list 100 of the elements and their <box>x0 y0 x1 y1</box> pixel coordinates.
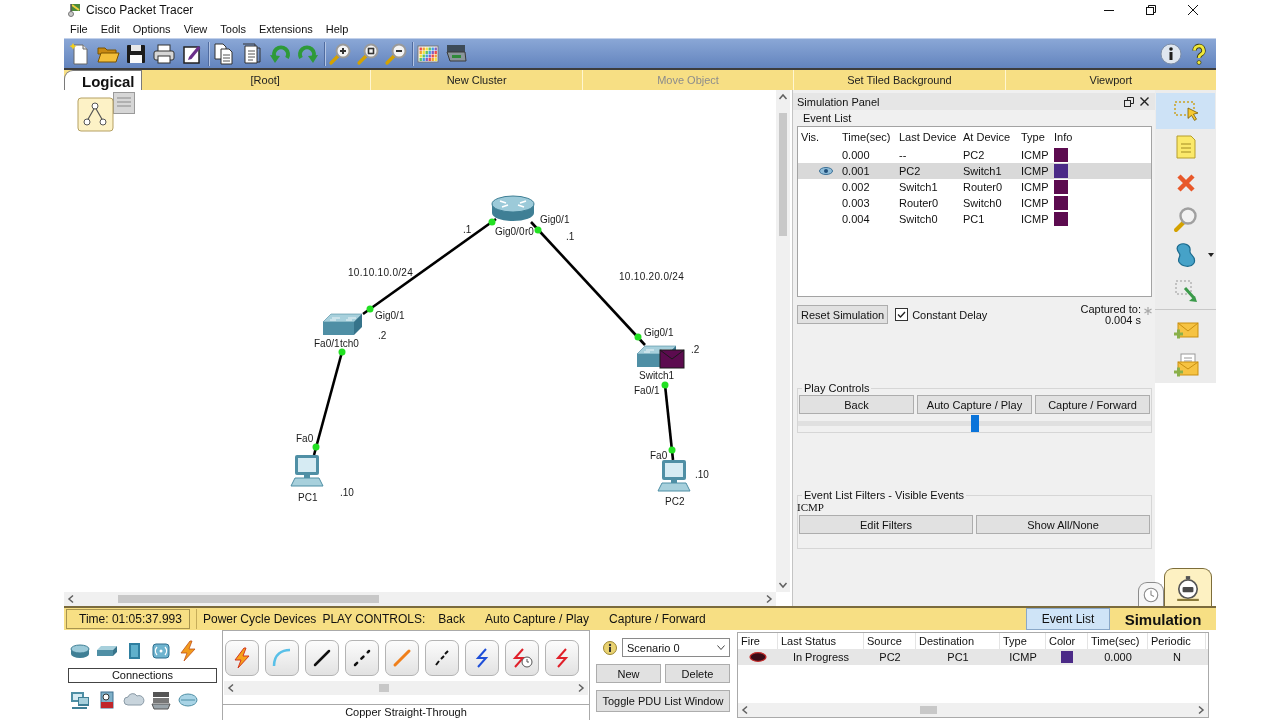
menu-item[interactable]: Options <box>132 23 171 35</box>
menu-item[interactable]: Help <box>325 23 349 35</box>
play-control-button[interactable]: Back <box>799 395 914 414</box>
cable-type-label: Copper Straight-Through <box>223 704 589 720</box>
play-control-button[interactable]: Capture / Forward <box>609 612 706 626</box>
window-title: Cisco Packet Tracer <box>86 3 194 17</box>
cable-type-button[interactable] <box>345 640 379 676</box>
menu-item[interactable]: File <box>70 23 88 35</box>
scrollbar-thumb[interactable] <box>118 595 379 603</box>
scenario-button[interactable]: New <box>596 664 661 683</box>
info-icon[interactable] <box>603 640 617 655</box>
table-cell-text: PC1 <box>962 213 986 225</box>
time-display: Time: 01:05:37.993 <box>66 609 190 629</box>
cable-type-button[interactable] <box>305 640 339 676</box>
address-label: .10 <box>340 487 354 498</box>
network-label: 10.10.10.0/24 <box>348 267 414 278</box>
power-cycle-button[interactable]: Power Cycle Devices <box>203 612 317 626</box>
filter-value: ICMP <box>797 501 825 514</box>
toggle-pdu-list-button[interactable]: Toggle PDU List Window <box>596 690 730 712</box>
play-control-button[interactable]: Auto Capture / Play <box>917 395 1032 414</box>
table-cell-text: Switch1 <box>962 165 1003 177</box>
vertical-scrollbar[interactable] <box>776 90 790 592</box>
event-row[interactable]: 0.004 Switch0 PC1 ICMP <box>798 211 1151 227</box>
stopwatch-icon[interactable] <box>1175 574 1201 601</box>
table-cell-text: ICMP <box>1020 213 1050 225</box>
zoom-reset-icon[interactable] <box>356 41 380 66</box>
scrollbar-thumb[interactable] <box>919 706 938 714</box>
play-controls-label: PLAY CONTROLS: <box>322 612 426 626</box>
event-row[interactable]: 0.000 -- PC2 ICMP <box>798 147 1151 163</box>
horizontal-scrollbar[interactable] <box>64 592 776 606</box>
menu-item[interactable]: Tools <box>220 23 246 35</box>
filter-button[interactable]: Edit Filters <box>799 515 973 534</box>
checkbox[interactable] <box>895 308 909 321</box>
horizontal-scrollbar[interactable] <box>224 681 588 695</box>
info-icon[interactable] <box>1159 41 1183 66</box>
column-header: Last Device <box>898 131 958 143</box>
table-cell-text: 0.001 <box>841 165 871 177</box>
table-cell-text: ICMP <box>1008 651 1038 663</box>
paste-icon[interactable] <box>240 41 264 66</box>
device-label: tch0 <box>340 338 359 349</box>
port-label: Fa0/1 <box>634 385 660 396</box>
scrollbar-thumb[interactable] <box>378 684 390 692</box>
envelope-document-icon[interactable] <box>1171 351 1200 379</box>
filter-button[interactable]: Show All/None <box>976 515 1150 534</box>
column-header: At Device <box>962 131 1012 143</box>
play-control-button[interactable]: Back <box>438 612 465 626</box>
zigzag-clock-icon[interactable] <box>510 646 534 670</box>
scrollbar-thumb[interactable] <box>779 112 787 237</box>
cable-type-button[interactable] <box>465 640 499 676</box>
router-node <box>491 195 535 221</box>
copy-icon[interactable] <box>212 41 236 66</box>
lightning-icon[interactable] <box>177 640 199 662</box>
computer-icon[interactable] <box>69 689 91 711</box>
menu-item[interactable]: View <box>183 23 208 35</box>
event-list-button[interactable]: Event List <box>1026 608 1110 630</box>
zoom-in-icon[interactable] <box>328 41 352 66</box>
checkbox-label: Constant Delay <box>912 308 988 321</box>
event-row[interactable]: 0.001 PC2 Switch1 ICMP <box>798 163 1151 179</box>
group-label: Play Controls <box>803 382 871 394</box>
menu-item[interactable]: Extensions <box>258 23 313 35</box>
slider-thumb[interactable] <box>970 415 979 432</box>
event-row[interactable]: 0.003 Router0 Switch0 ICMP <box>798 195 1151 211</box>
group-label: Event List Filters - Visible Events <box>803 489 965 501</box>
search-icon[interactable] <box>1171 205 1200 233</box>
network-label: 10.10.20.0/24 <box>619 271 685 282</box>
oval-icon[interactable] <box>749 652 767 662</box>
wireless-icon[interactable] <box>150 640 172 662</box>
play-control-button[interactable]: Capture / Forward <box>1035 395 1150 414</box>
close-icon[interactable] <box>1140 97 1149 106</box>
port-label: Gig0/1 <box>375 310 405 321</box>
table-cell-text: PC1 <box>946 651 970 663</box>
workspace-button[interactable]: [Root] <box>160 70 371 90</box>
server-icon[interactable] <box>150 689 172 711</box>
reset-simulation-button[interactable]: Reset Simulation <box>797 305 889 324</box>
menu-item[interactable]: Edit <box>100 23 120 35</box>
table-cell-text: 0.000 <box>841 149 871 161</box>
speed-slider[interactable] <box>798 415 1151 432</box>
event-row[interactable]: 0.002 Switch1 Router0 ICMP <box>798 179 1151 195</box>
caret-icon[interactable] <box>717 645 725 650</box>
horizontal-scrollbar[interactable] <box>738 703 1208 717</box>
scenario-dropdown[interactable]: Scenario 0 <box>622 638 730 657</box>
device-label: PC2 <box>665 496 685 507</box>
cluster-icon[interactable] <box>77 92 135 132</box>
table-cell-text: Router0 <box>898 197 940 209</box>
dropdown-arrow-icon[interactable] <box>1208 253 1214 257</box>
app-icon <box>68 3 81 17</box>
undock-icon[interactable] <box>1124 96 1134 107</box>
port-label: Gig0/0 <box>495 226 525 237</box>
scenario-button[interactable]: Delete <box>665 664 730 683</box>
captured-label: Captured to: <box>1080 303 1141 315</box>
restore-icon[interactable] <box>1146 5 1156 15</box>
mode-tab[interactable] <box>1164 568 1212 606</box>
logical-tab[interactable]: Logical <box>64 70 142 90</box>
play-control-button[interactable]: Auto Capture / Play <box>485 612 590 626</box>
device-label: r0 <box>525 226 534 237</box>
printer-icon[interactable] <box>152 41 176 66</box>
table-cell-text: Switch0 <box>962 197 1003 209</box>
table-cell-text: PC2 <box>898 165 922 177</box>
close-icon[interactable] <box>1188 5 1198 15</box>
pdu-row[interactable]: In Progress PC2 PC1 ICMP 0.000 N <box>738 649 1208 665</box>
